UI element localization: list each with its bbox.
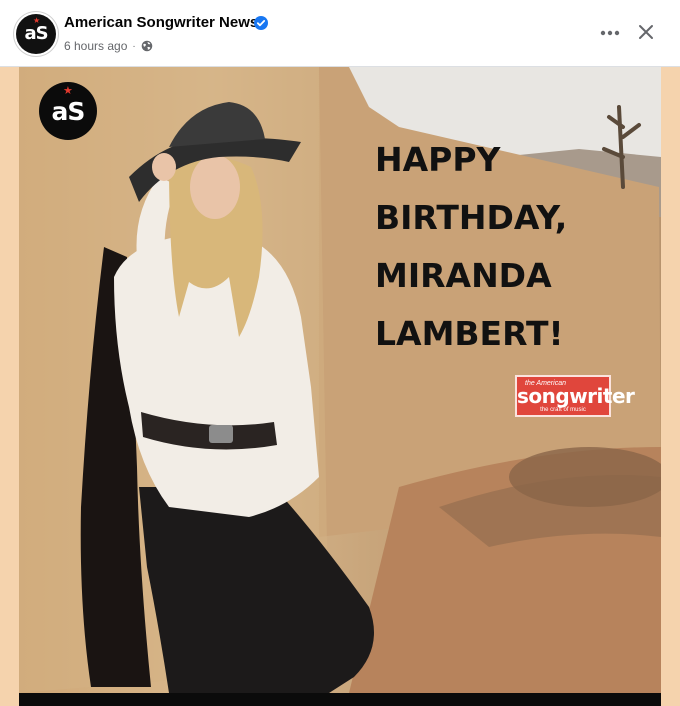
page-avatar[interactable]: ★ aS <box>16 14 56 54</box>
headline-line-4: LAMBERT! <box>375 314 564 353</box>
logo-badge-text: aS <box>51 97 86 126</box>
post-image-frame: ★ aS HAPPY BIRTHDAY, MIRANDA LAMBERT! th… <box>0 67 680 706</box>
more-options-icon <box>600 30 620 36</box>
brand-logo-tagline: the craft of music <box>540 407 586 413</box>
headline-line-3: MIRANDA <box>375 256 552 295</box>
page-name-link[interactable]: American Songwriter News <box>64 14 258 31</box>
avatar-text: aS <box>24 23 48 44</box>
songwriter-logo-badge: ★ aS <box>39 82 97 140</box>
close-button[interactable] <box>632 18 660 46</box>
american-songwriter-logo: the American songwriter the craft of mus… <box>515 375 635 417</box>
photo-bottom-edge <box>19 693 661 706</box>
brand-logo-big: songwriter <box>517 384 635 408</box>
globe-icon[interactable] <box>141 40 153 52</box>
more-options-button[interactable] <box>594 20 626 46</box>
headline-line-1: HAPPY <box>375 140 501 179</box>
close-icon <box>639 25 653 39</box>
post-header: ★ aS American Songwriter News 6 hours ag… <box>0 0 680 67</box>
birthday-headline: HAPPY BIRTHDAY, MIRANDA LAMBERT! <box>375 131 645 363</box>
facebook-post-viewer: ★ aS American Songwriter News 6 hours ag… <box>0 0 680 706</box>
verified-badge-icon <box>254 16 268 30</box>
post-photo[interactable]: ★ aS HAPPY BIRTHDAY, MIRANDA LAMBERT! th… <box>19 67 661 693</box>
meta-separator: · <box>132 40 136 52</box>
post-meta: 6 hours ago · <box>64 39 153 53</box>
post-timestamp[interactable]: 6 hours ago <box>64 39 127 53</box>
headline-line-2: BIRTHDAY, <box>375 198 568 237</box>
star-icon: ★ <box>63 85 73 97</box>
